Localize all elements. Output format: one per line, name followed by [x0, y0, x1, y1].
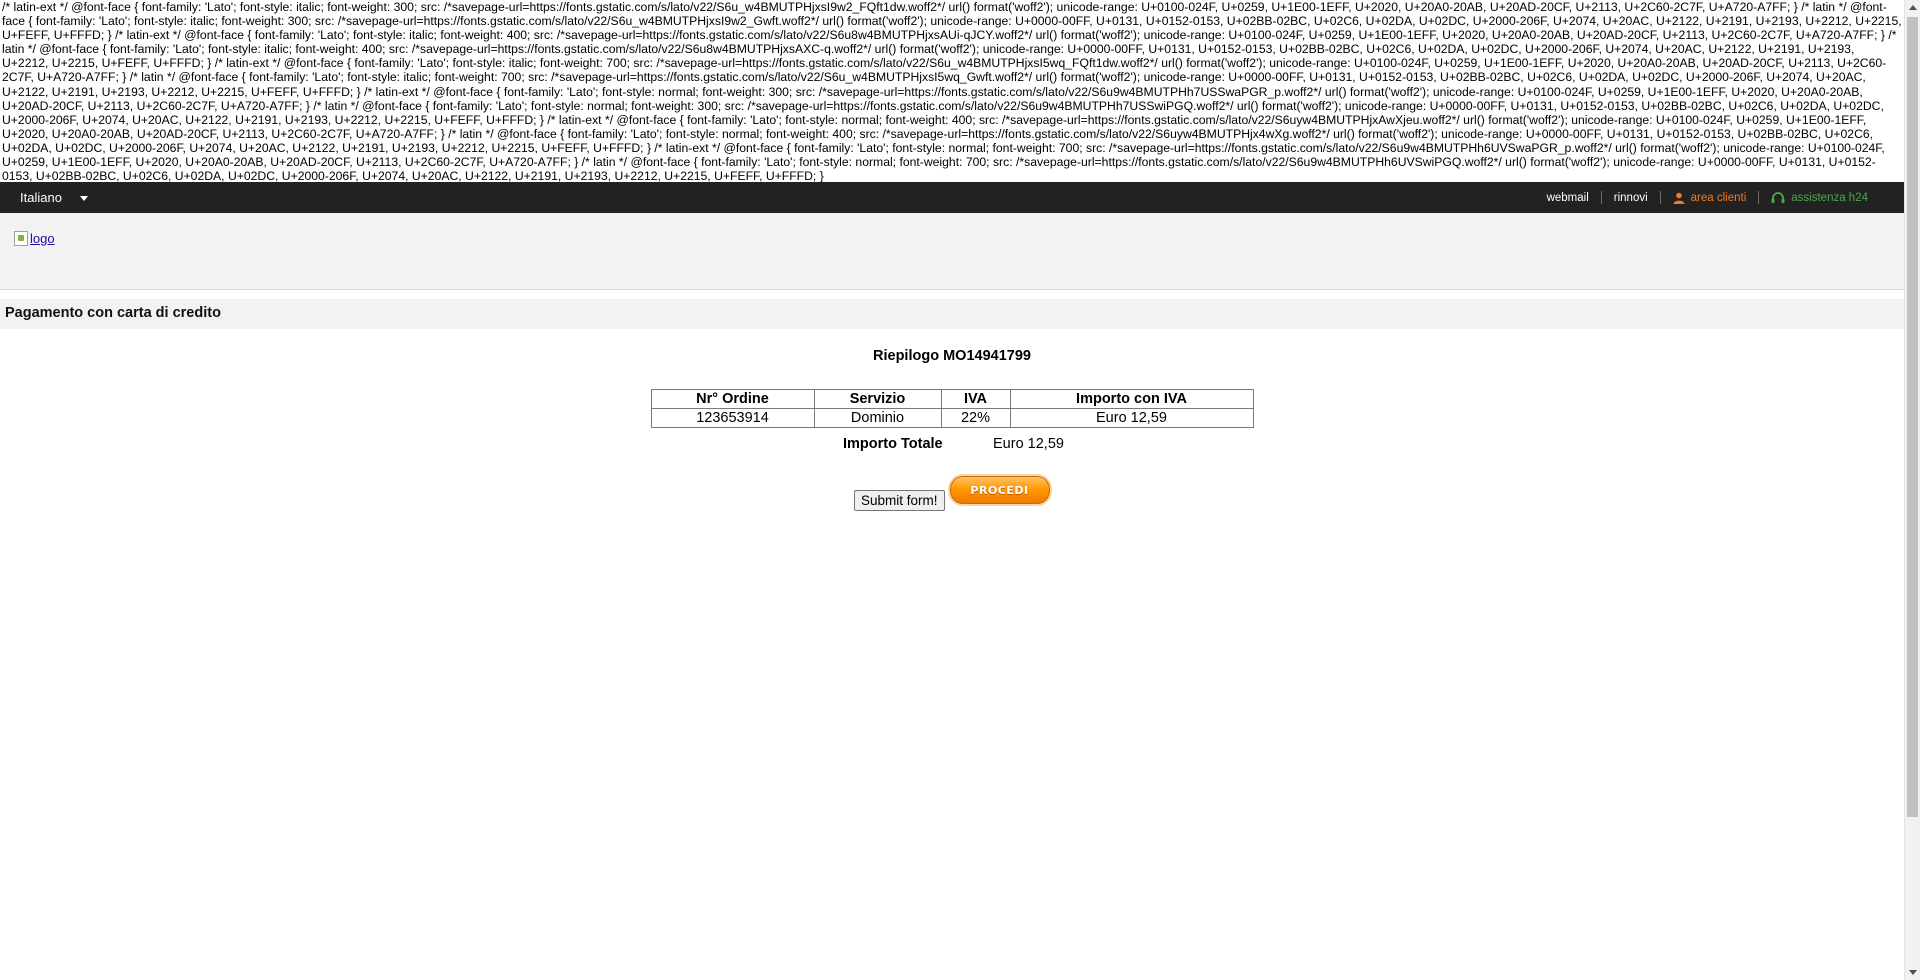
- caret-down-icon: [79, 196, 88, 201]
- header-order-number: Nr° Ordine: [650, 389, 815, 409]
- section-title-bar: Pagamento con carta di credito: [0, 299, 1904, 329]
- main-content: Riepilogo MO14941799 Nr° Ordine Servizio…: [0, 340, 1904, 511]
- page: /* latin-ext */ @font-face { font-family…: [0, 0, 1904, 980]
- webmail-link[interactable]: webmail: [1535, 191, 1601, 204]
- page-title: Pagamento con carta di credito: [5, 305, 221, 321]
- rinnovi-link[interactable]: rinnovi: [1600, 191, 1660, 204]
- total-row: Importo Totale Euro 12,59: [843, 436, 1064, 452]
- broken-image-icon: [14, 231, 28, 246]
- headset-icon: [1771, 191, 1785, 203]
- language-selector[interactable]: Italiano: [20, 182, 88, 213]
- recap-title: Riepilogo MO14941799: [873, 348, 1031, 364]
- header-amount: Importo con IVA: [1009, 389, 1254, 409]
- assistenza-link[interactable]: assistenza h24: [1758, 191, 1880, 204]
- total-label: Importo Totale: [843, 436, 943, 452]
- raw-css-text: /* latin-ext */ @font-face { font-family…: [2, 0, 1902, 182]
- header-service: Servizio: [813, 389, 942, 409]
- cell-vat: 22%: [940, 408, 1011, 428]
- area-clienti-link[interactable]: area clienti: [1659, 191, 1759, 204]
- language-label: Italiano: [20, 190, 62, 205]
- table-row: 123653914 Dominio 22% Euro 12,59: [650, 408, 1254, 428]
- order-table: Nr° Ordine Servizio IVA Importo con IVA …: [650, 389, 1254, 428]
- cell-amount: Euro 12,59: [1009, 408, 1254, 428]
- top-links: webmail rinnovi area clienti assistenza …: [1535, 182, 1880, 213]
- scrollbar-thumb[interactable]: [1907, 17, 1918, 817]
- logo-link[interactable]: logo: [14, 231, 55, 246]
- cell-service: Dominio: [813, 408, 942, 428]
- logo-alt-text: logo: [30, 231, 55, 246]
- table-header-row: Nr° Ordine Servizio IVA Importo con IVA: [650, 389, 1254, 409]
- total-value: Euro 12,59: [993, 436, 1064, 452]
- scroll-up-icon[interactable]: [1909, 5, 1917, 10]
- cell-order-number: 123653914: [650, 408, 815, 428]
- user-icon: [1673, 192, 1685, 204]
- procedi-button[interactable]: PROCEDI: [949, 476, 1050, 504]
- vertical-scrollbar[interactable]: [1904, 0, 1920, 980]
- submit-form-button[interactable]: Submit form!: [854, 490, 945, 511]
- form-actions: Submit form! PROCEDI: [854, 476, 1050, 511]
- scroll-down-icon[interactable]: [1909, 970, 1917, 975]
- header-vat: IVA: [940, 389, 1011, 409]
- top-bar: Italiano webmail rinnovi area clienti as…: [0, 182, 1904, 213]
- site-header: logo: [0, 213, 1904, 290]
